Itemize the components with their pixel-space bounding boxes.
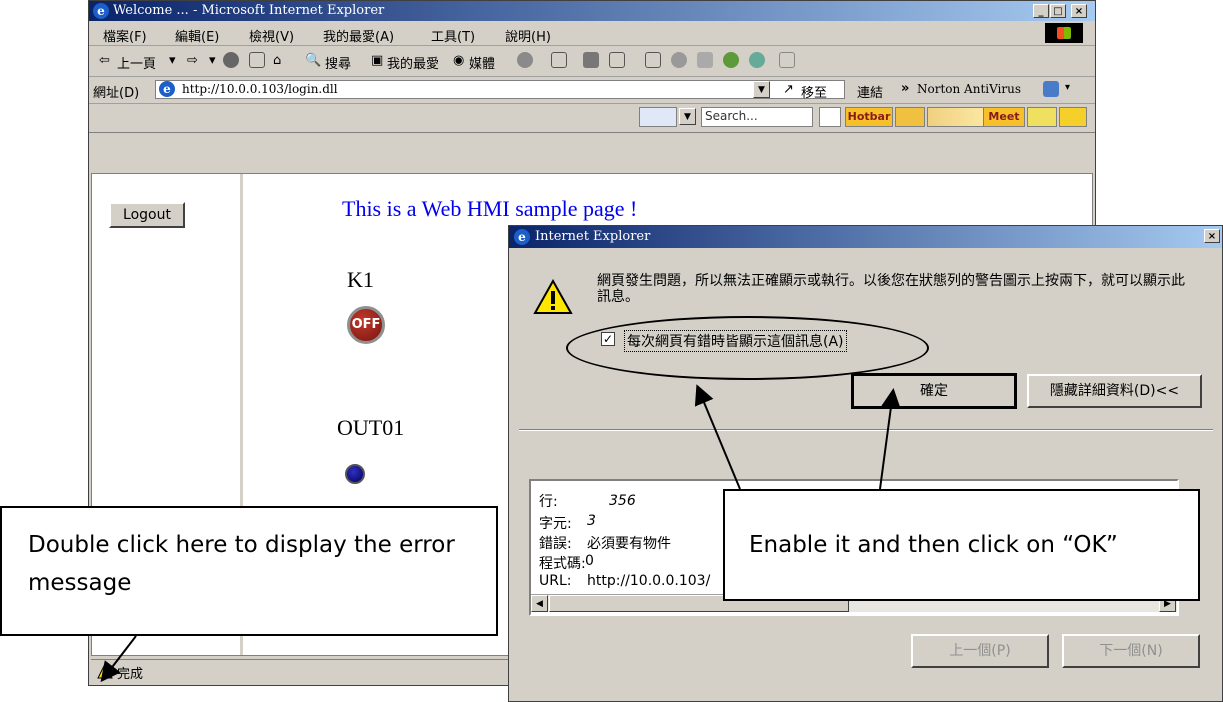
- arrow-to-status-icon: [100, 635, 137, 683]
- arrow-to-checkbox: [694, 384, 741, 490]
- arrow-to-ok: [879, 388, 901, 490]
- callout-double-click: Double click here to display the error m…: [0, 506, 498, 636]
- callout-enable-ok: Enable it and then click on “OK”: [723, 489, 1200, 601]
